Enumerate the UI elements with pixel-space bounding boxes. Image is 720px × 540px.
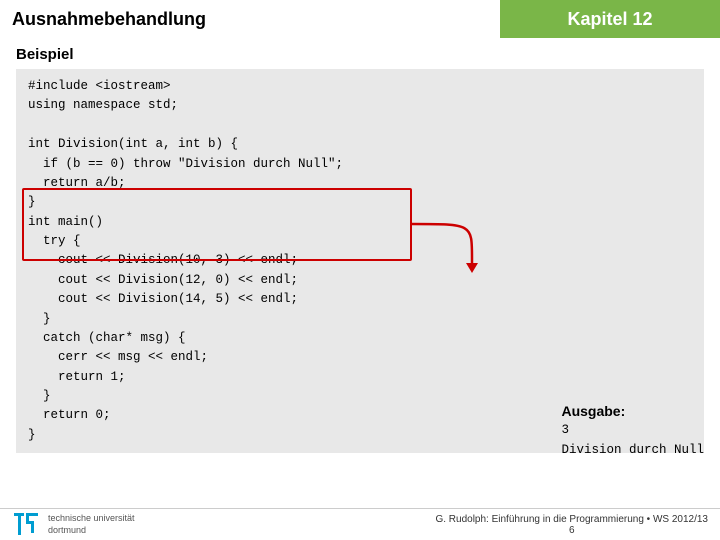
output-label: Ausgabe: [561, 403, 704, 419]
university-name: technische universität dortmund [48, 513, 135, 536]
output-area: Ausgabe: 3 Division durch Null [561, 403, 704, 460]
main-content: Beispiel #include <iostream> using names… [0, 38, 720, 459]
output-value: 3 Division durch Null [561, 421, 704, 460]
catch-arrow [412, 188, 492, 278]
code-block: #include <iostream> using namespace std;… [16, 69, 704, 453]
slide-title: Ausnahmebehandlung [0, 0, 500, 38]
tu-logo [12, 511, 40, 539]
footer-citation: G. Rudolph: Einführung in die Programmie… [435, 514, 708, 536]
code-area: #include <iostream> using namespace std;… [16, 69, 704, 453]
chapter-badge: Kapitel 12 [500, 0, 720, 38]
footer: technische universität dortmund G. Rudol… [0, 508, 720, 540]
header: Ausnahmebehandlung Kapitel 12 [0, 0, 720, 38]
section-label: Beispiel [16, 46, 704, 63]
code-text: #include <iostream> using namespace std;… [28, 77, 692, 445]
footer-left: technische universität dortmund [12, 511, 135, 539]
